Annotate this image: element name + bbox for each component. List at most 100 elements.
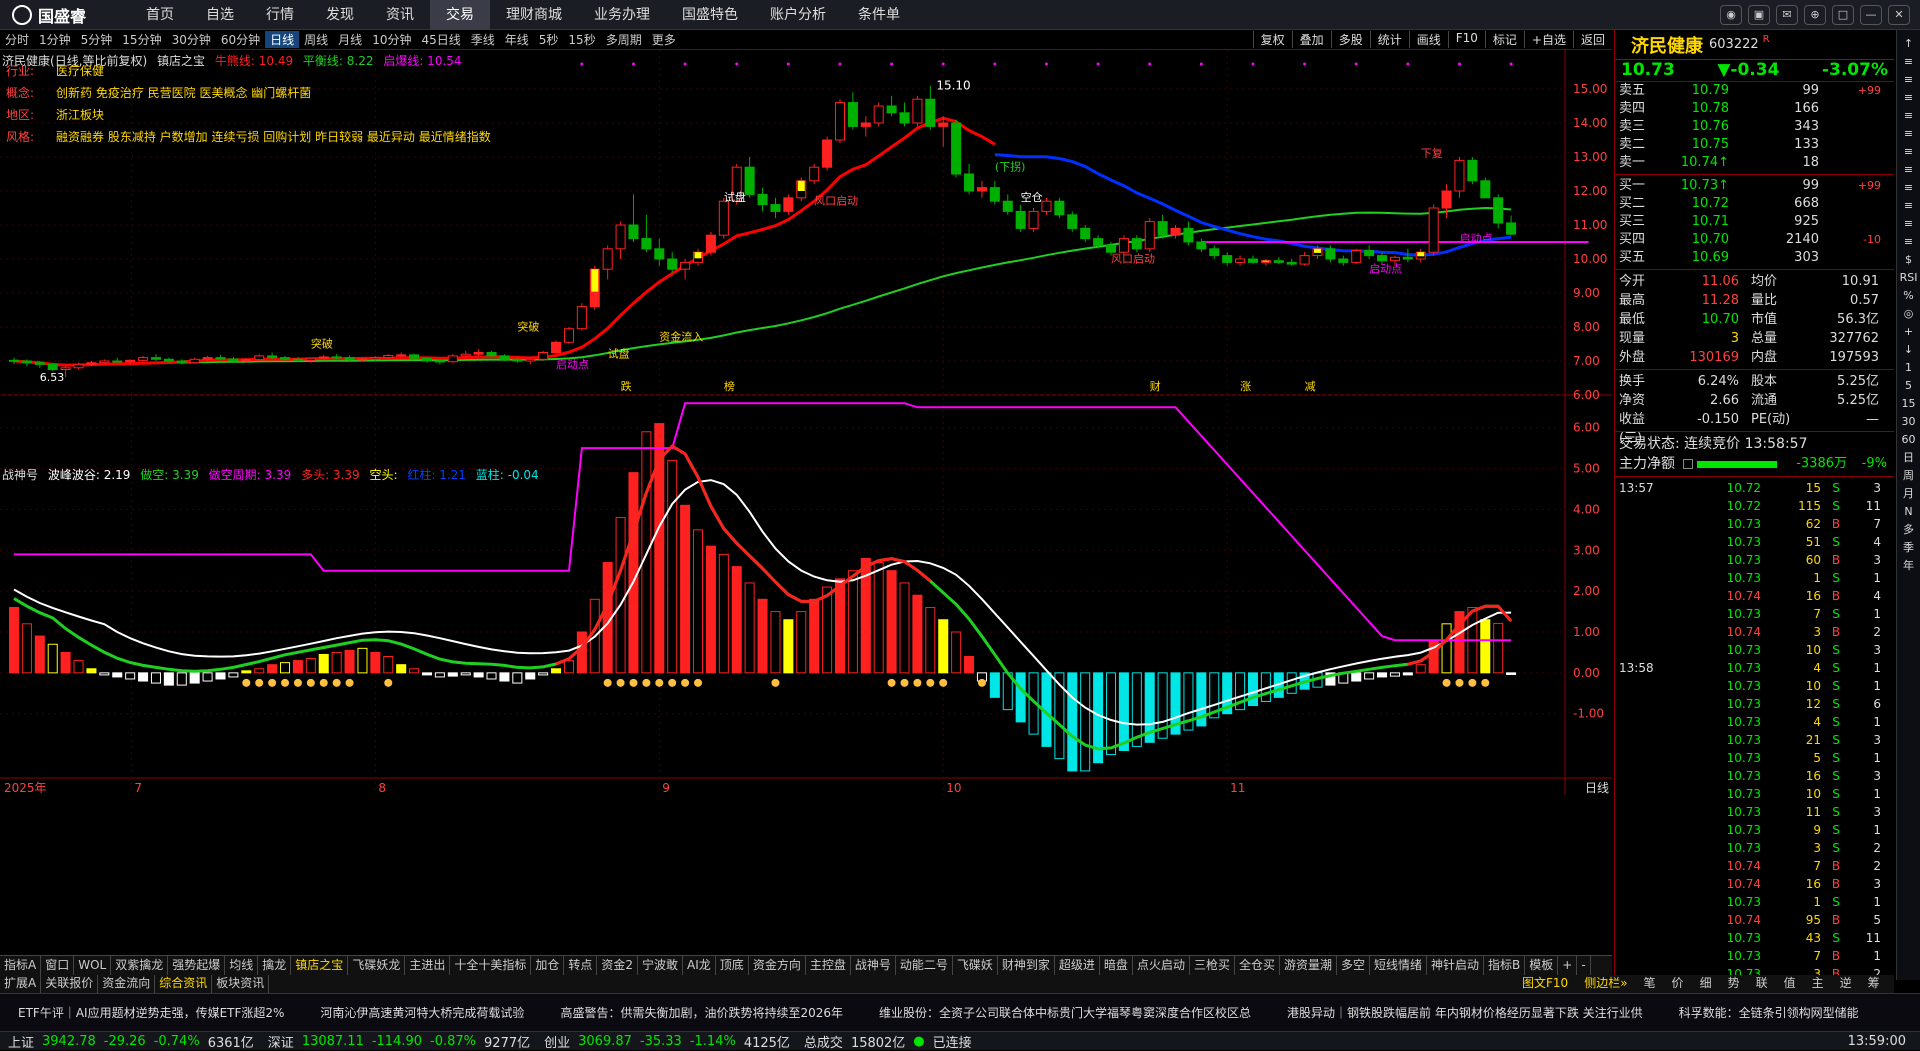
stock-info-value[interactable]: 融资融券 股东减持 户数增加 连续亏损 回购计划 昨日较弱 最近异动 最近情绪指… — [56, 130, 491, 144]
side-tool-11[interactable]: ≡ — [1899, 234, 1919, 250]
stock-info-value[interactable]: 创新药 免疫治疗 民营医院 医美概念 幽门螺杆菌 — [56, 86, 311, 100]
nav-item-2[interactable]: 行情 — [250, 0, 310, 30]
period-tab-1[interactable]: 1分钟 — [34, 31, 76, 48]
indicator-tab-28[interactable]: 游资量潮 — [1280, 956, 1337, 975]
period-tab-3[interactable]: 15分钟 — [117, 31, 166, 48]
period-tab-7[interactable]: 周线 — [299, 31, 333, 48]
side-tool-26[interactable]: N — [1899, 504, 1919, 520]
period-tab-4[interactable]: 30分钟 — [167, 31, 216, 48]
quote-bottom-tab-0[interactable]: 图文F10 — [1514, 975, 1576, 993]
period-tab-10[interactable]: 45日线 — [416, 31, 465, 48]
indicator-tab-18[interactable]: 主控盘 — [806, 956, 851, 975]
side-tool-2[interactable]: ≡ — [1899, 72, 1919, 88]
period-tab-8[interactable]: 月线 — [333, 31, 367, 48]
news-item[interactable]: ETF午评｜AI应用题材逆势走强，传媒ETF涨超2% — [0, 1004, 302, 1021]
book-row[interactable]: 卖二 10.75 133 — [1615, 136, 1894, 154]
side-tool-27[interactable]: 多 — [1899, 522, 1919, 538]
sh-index-label[interactable]: 上证 — [8, 1032, 34, 1051]
indicator-tab-2[interactable]: WOL — [74, 956, 112, 975]
side-tool-10[interactable]: ≡ — [1899, 216, 1919, 232]
side-tool-12[interactable]: $ — [1899, 252, 1919, 268]
nav-item-6[interactable]: 理财商城 — [490, 0, 578, 30]
side-tool-28[interactable]: 季 — [1899, 540, 1919, 556]
period-tab-5[interactable]: 60分钟 — [216, 31, 265, 48]
indicator-tab-6[interactable]: 擒龙 — [258, 956, 292, 975]
indicator-tab-0[interactable]: 指标A — [0, 956, 42, 975]
nav-item-5[interactable]: 交易 — [430, 0, 490, 30]
side-tool-16[interactable]: + — [1899, 324, 1919, 340]
indicator-tab-24[interactable]: 暗盘 — [1100, 956, 1133, 975]
indicator-tab-15[interactable]: AI龙 — [683, 956, 716, 975]
indicator-tab-21[interactable]: 飞碟妖 — [953, 956, 998, 975]
indicator-tab-30[interactable]: 短线情绪 — [1370, 956, 1428, 975]
indicator-tab-19[interactable]: 战神号 — [851, 956, 896, 975]
indicator-tab-33[interactable]: 模板 — [1525, 956, 1559, 975]
book-row[interactable]: 买一 10.73↑ 99 +99 — [1615, 177, 1894, 195]
window-control-icon-1[interactable]: ▣ — [1748, 4, 1770, 25]
chart-indicator-name[interactable]: 镇店之宝 — [157, 54, 205, 68]
quote-stock-name[interactable]: 济民健康 — [1631, 32, 1703, 58]
nav-item-10[interactable]: 条件单 — [842, 0, 916, 30]
indicator-tab-16[interactable]: 顶底 — [716, 956, 749, 975]
book-row[interactable]: 买四 10.70 2140 -10 — [1615, 231, 1894, 249]
quote-bottom-tab-10[interactable]: 筹 — [1860, 975, 1888, 993]
window-control-icon-2[interactable]: ✉ — [1776, 4, 1798, 25]
period-tab-0[interactable]: 分时 — [0, 31, 34, 48]
side-tool-24[interactable]: 周 — [1899, 468, 1919, 484]
window-control-icon-0[interactable]: ◉ — [1720, 4, 1742, 25]
indicator-tab-29[interactable]: 多空 — [1337, 956, 1371, 975]
indicator-tab-32[interactable]: 指标B — [1484, 956, 1526, 975]
side-tool-7[interactable]: ≡ — [1899, 162, 1919, 178]
extension-tab-1[interactable]: 关联报价 — [41, 975, 99, 993]
indicator-tab-26[interactable]: 三枪买 — [1190, 956, 1235, 975]
news-item[interactable]: 港股异动｜钢铁股跌幅居前 年内钢材价格经历显著下跌 关注行业供 — [1269, 1004, 1661, 1021]
indicator-tab-1[interactable]: 窗口 — [41, 956, 75, 975]
side-tool-15[interactable]: ◎ — [1899, 306, 1919, 322]
nav-item-4[interactable]: 资讯 — [370, 0, 430, 30]
side-tool-3[interactable]: ≡ — [1899, 90, 1919, 106]
indicator-tab-25[interactable]: 点火启动 — [1133, 956, 1190, 975]
indicator-tab-17[interactable]: 资金方向 — [749, 956, 806, 975]
side-tool-14[interactable]: % — [1899, 288, 1919, 304]
quote-bottom-tab-9[interactable]: 逆 — [1832, 975, 1860, 993]
quote-bottom-tab-3[interactable]: 价 — [1664, 975, 1692, 993]
chart-tool-button-5[interactable]: F10 — [1447, 31, 1485, 48]
nav-item-0[interactable]: 首页 — [130, 0, 190, 30]
chart-tool-button-8[interactable]: 返回 — [1572, 31, 1612, 48]
book-row[interactable]: 卖三 10.76 343 — [1615, 118, 1894, 136]
period-tab-15[interactable]: 多周期 — [601, 31, 647, 48]
nav-item-8[interactable]: 国盛特色 — [666, 0, 754, 30]
period-tab-16[interactable]: 更多 — [647, 31, 681, 48]
news-item[interactable]: 维业股份：全资子公司联合体中标贵门大学福琴粤窦深度合作区校区总 — [861, 1004, 1269, 1021]
chart-tool-button-6[interactable]: 标记 — [1484, 31, 1524, 48]
tick-list[interactable]: 13:57 10.72 15 S 3 10.72 115 S 11 10.73 62 B 7 10.73 5… — [1615, 479, 1894, 983]
book-row[interactable]: 买二 10.72 668 — [1615, 195, 1894, 213]
indicator-tab-22[interactable]: 财神到家 — [998, 956, 1055, 975]
indicator-tab-7[interactable]: 镇店之宝 — [291, 956, 349, 975]
nav-item-1[interactable]: 自选 — [190, 0, 250, 30]
book-row[interactable]: 卖五 10.79 99 +99 — [1615, 82, 1894, 100]
indicator-name[interactable]: 战神号 — [2, 468, 38, 482]
side-tool-23[interactable]: 日 — [1899, 450, 1919, 466]
quote-bottom-tab-8[interactable]: 主 — [1804, 975, 1832, 993]
brand-logo[interactable]: 国盛睿 — [0, 0, 130, 30]
chart-tool-button-3[interactable]: 统计 — [1369, 31, 1409, 48]
quote-bottom-tab-7[interactable]: 值 — [1776, 975, 1804, 993]
stock-info-value[interactable]: 医疗保健 — [56, 64, 104, 78]
indicator-tab-8[interactable]: 飞碟妖龙 — [348, 956, 406, 975]
cy-index-label[interactable]: 创业 — [544, 1032, 570, 1051]
extension-tab-0[interactable]: 扩展A — [0, 975, 42, 993]
window-control-icon-3[interactable]: ⊕ — [1804, 4, 1826, 25]
indicator-tab-31[interactable]: 神针启动 — [1427, 956, 1485, 975]
quote-bottom-tab-6[interactable]: 联 — [1748, 975, 1776, 993]
indicator-tab-9[interactable]: 主进出 — [405, 956, 451, 975]
indicator-tab-4[interactable]: 强势起爆 — [168, 956, 226, 975]
quote-bottom-tab-2[interactable]: 笔 — [1636, 975, 1664, 993]
extension-tab-3[interactable]: 综合资讯 — [155, 975, 213, 993]
period-tab-6[interactable]: 日线 — [265, 31, 300, 48]
indicator-tab-27[interactable]: 全仓买 — [1235, 956, 1280, 975]
book-row[interactable]: 卖一 10.74↑ 18 — [1615, 154, 1894, 172]
indicator-tab-11[interactable]: 加仓 — [531, 956, 565, 975]
chart-tool-button-1[interactable]: 叠加 — [1291, 31, 1331, 48]
news-item[interactable]: 科孚数能：全链条引领构网型储能 — [1661, 1004, 1877, 1021]
